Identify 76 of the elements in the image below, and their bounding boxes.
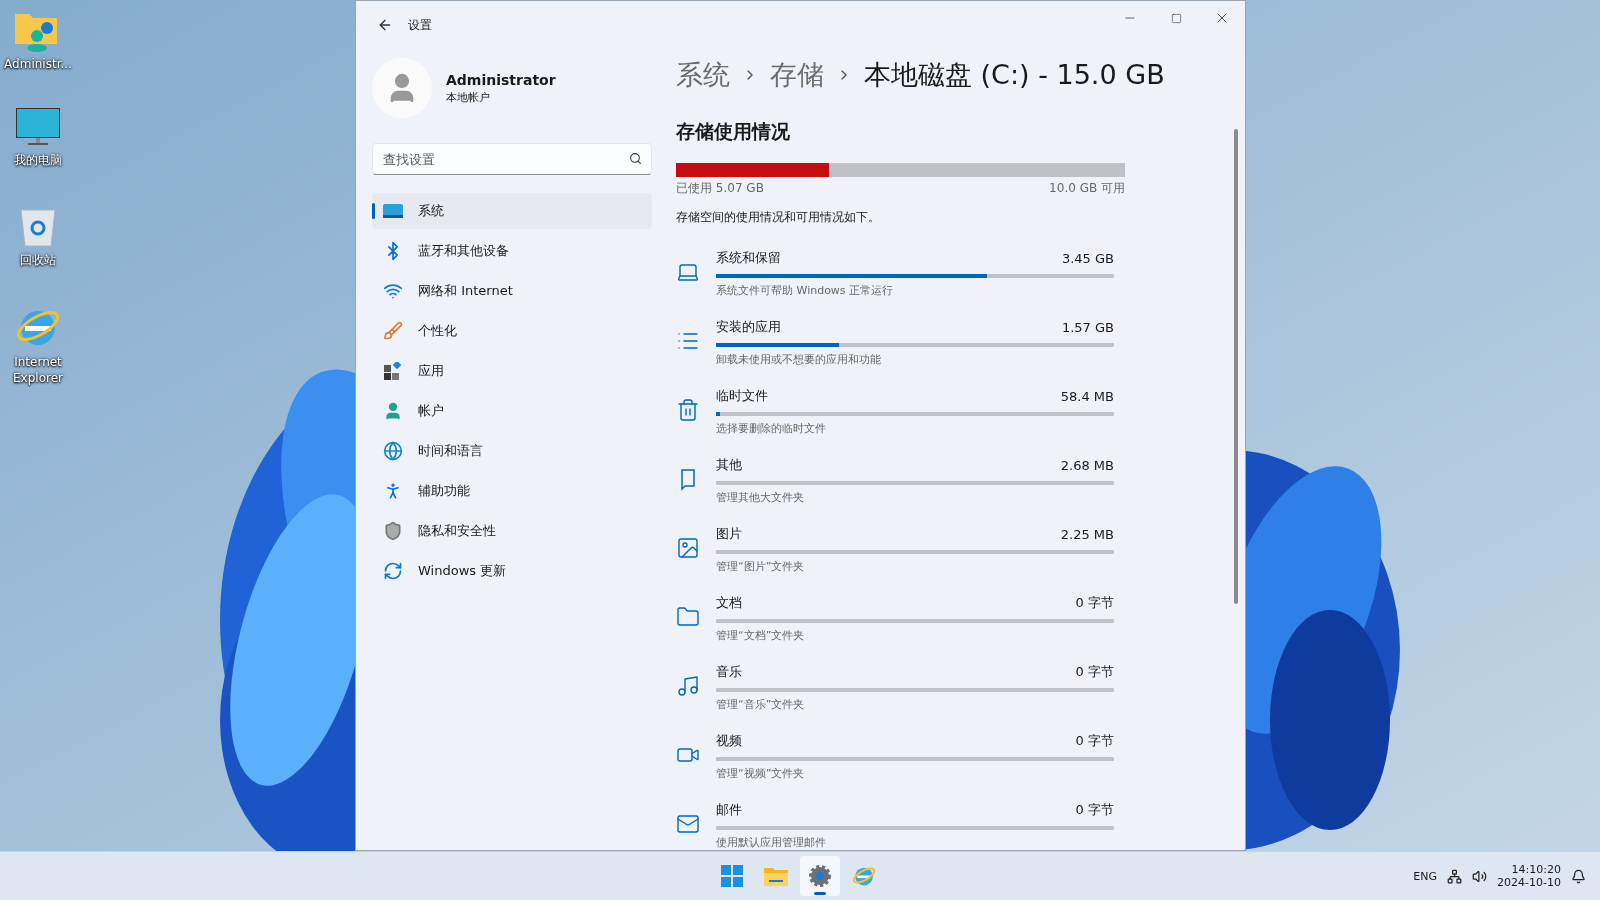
category-name[interactable]: 文档 <box>716 594 742 612</box>
nav-item[interactable]: 个性化 <box>372 313 652 349</box>
refresh-icon <box>383 561 403 581</box>
back-arrow-icon <box>377 17 393 33</box>
category-name[interactable]: 其他 <box>716 456 742 474</box>
folder-icon <box>764 866 788 887</box>
apps-icon <box>384 362 402 380</box>
monitor-icon <box>16 108 60 148</box>
category-name[interactable]: 图片 <box>716 525 742 543</box>
mail-icon <box>676 812 700 836</box>
category-size: 58.4 MB <box>1060 388 1114 404</box>
category-name[interactable]: 临时文件 <box>716 387 768 405</box>
category-hint: 卸载未使用或不想要的应用和功能 <box>716 352 882 367</box>
taskbar-app-button[interactable] <box>800 856 840 897</box>
used-label: 已使用 5.07 GB <box>676 180 764 197</box>
breadcrumb-item[interactable]: 系统 <box>676 57 730 93</box>
nav-item[interactable]: 时间和语言 <box>372 433 652 469</box>
window-title: 设置 <box>408 16 432 34</box>
brush-icon <box>383 321 403 341</box>
category-hint: 使用默认应用管理邮件 <box>716 835 827 850</box>
bell-icon[interactable] <box>1571 868 1586 884</box>
category-hint: 管理“文档”文件夹 <box>716 628 806 643</box>
category-hint: 管理“视频”文件夹 <box>716 766 806 781</box>
category-size: 0 字节 <box>1075 801 1114 819</box>
search-field[interactable]: 查找设置 <box>372 143 652 175</box>
user-name: Administrator <box>446 71 556 88</box>
monitor-icon <box>383 204 403 218</box>
category-name[interactable]: 系统和保留 <box>716 249 781 267</box>
category-size: 2.68 MB <box>1060 457 1114 473</box>
image-icon <box>676 536 700 560</box>
search-icon <box>629 152 642 165</box>
scrollbar-thumb[interactable] <box>1234 129 1238 604</box>
nav-item[interactable]: 隐私和安全性 <box>372 513 652 549</box>
globe-icon <box>383 441 403 461</box>
category-hint: 管理“音乐”文件夹 <box>716 697 806 712</box>
category-size: 0 字节 <box>1075 594 1114 612</box>
user-icon <box>383 401 403 421</box>
nav-item[interactable]: 辅助功能 <box>372 473 652 509</box>
category-size: 0 字节 <box>1075 732 1114 750</box>
nav-item[interactable]: 应用 <box>372 353 652 389</box>
category-size: 1.57 GB <box>1061 319 1114 335</box>
network-icon[interactable] <box>1447 868 1463 884</box>
nav-item[interactable]: Windows 更新 <box>372 553 652 589</box>
shield-icon <box>383 521 403 541</box>
category-name[interactable]: 安装的应用 <box>716 318 781 336</box>
section-title: 存储使用情况 <box>676 119 791 144</box>
nav-item[interactable]: 帐户 <box>372 393 652 429</box>
category-hint: 管理其他大文件夹 <box>716 490 805 505</box>
volume-icon[interactable] <box>1472 868 1488 884</box>
category-size: 3.45 GB <box>1061 250 1114 266</box>
category-size: 2.25 MB <box>1060 526 1114 542</box>
category-size: 0 字节 <box>1075 663 1114 681</box>
free-label: 10.0 GB 可用 <box>1049 180 1125 197</box>
clock-date[interactable]: 2024-10-10 <box>1497 876 1561 889</box>
trash-icon <box>676 398 700 422</box>
category-hint: 系统文件可帮助 Windows 正常运行 <box>716 283 895 298</box>
account-type: 本地帐户 <box>446 89 491 105</box>
category-name[interactable]: 视频 <box>716 732 742 750</box>
category-name[interactable]: 音乐 <box>716 663 742 681</box>
wifi-icon <box>383 281 403 301</box>
breadcrumb-item[interactable]: 存储 <box>770 57 824 93</box>
nav-item[interactable]: 网络和 Internet <box>372 273 652 309</box>
breadcrumb-item: 本地磁盘 (C:) - 15.0 GB <box>864 58 1165 92</box>
folder-icon <box>676 605 700 629</box>
gear-icon <box>808 864 832 889</box>
music-note-icon <box>676 674 700 698</box>
maximize-icon <box>1170 12 1182 24</box>
category-name[interactable]: 邮件 <box>716 801 742 819</box>
category-hint: 选择要删除的临时文件 <box>716 421 827 436</box>
language-indicator[interactable]: ENG <box>1413 869 1438 883</box>
windows-logo-icon <box>721 865 743 888</box>
description: 存储空间的使用情况和可用情况如下。 <box>676 209 881 226</box>
nav-item[interactable]: 蓝牙和其他设备 <box>372 233 652 269</box>
clock-time[interactable]: 14:10:20 <box>1511 863 1561 876</box>
category-hint: 管理“图片”文件夹 <box>716 559 806 574</box>
nav-item[interactable]: 系统 <box>372 193 652 229</box>
